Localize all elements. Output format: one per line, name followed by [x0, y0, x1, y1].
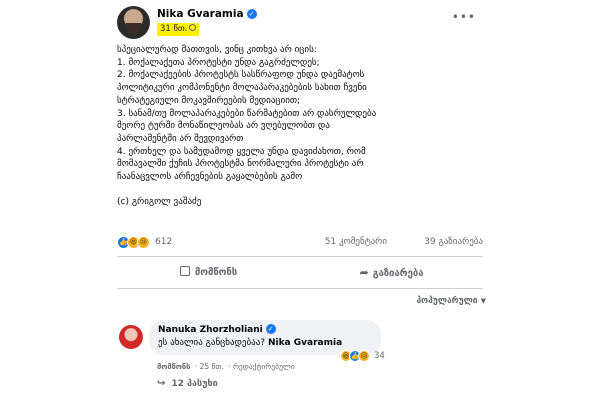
- comments-count[interactable]: 51 კომენტარი: [325, 237, 387, 247]
- post-stats: 👍 😆 😢 612 51 კომენტარი 39 გაზიარება: [117, 236, 483, 250]
- comment-time[interactable]: · 25 წთ.: [195, 362, 224, 371]
- verified-icon: ✓: [265, 324, 276, 334]
- post-line: მეორე ტურში მონაწილეობას არ ვღებულობთ და: [117, 121, 330, 132]
- shares-count[interactable]: 39 გაზიარება: [424, 237, 483, 247]
- more-options-icon[interactable]: •••: [452, 10, 476, 24]
- post-line: ჩაანაცვლოს არჩევნების გაყალბების გამო: [117, 172, 303, 183]
- divider: [117, 256, 483, 257]
- comment-text: ეს ახალია განცხადებაა?: [158, 338, 266, 348]
- comment-mention[interactable]: Nika Gvaramia: [268, 338, 342, 348]
- post-signature: (c) გრიგოლ ვაშაძე: [117, 197, 202, 208]
- chevron-down-icon: ▼: [480, 297, 486, 305]
- post-line: 4. ერთხელ და სამუდამოდ ყველა უნდა დავიძა…: [117, 146, 366, 157]
- post-line: პარლამენტში არ შევდივართ: [117, 133, 244, 144]
- post-line: სპეციალურად მათთვის, ვინც კითხვა არ იცის…: [117, 45, 317, 55]
- post-actions: მომწონს ➦ გაზიარება: [117, 262, 483, 284]
- comment-reactions[interactable]: 😆 👍 😢 34: [340, 350, 400, 364]
- author-name-row: Nika Gvaramia ✓: [157, 8, 257, 20]
- comment-meta: მომწონს · 25 წთ. · რედაქტირებული: [157, 362, 295, 371]
- post-line: 1. მოქალაქეთა პროტესტი უნდა გაგრძელდეს;: [117, 57, 320, 68]
- post-line: მომავალში ქუჩის პროტესტმა ნორმალური პროტ…: [117, 159, 364, 170]
- post-timestamp[interactable]: 31 წთ.: [157, 23, 200, 36]
- post-line: 3. სანამ/თუ მოლაპარაკებები წარმატებით არ…: [117, 108, 377, 119]
- post-line: სტრატეგიული მოკავშირეების მედიაციით;: [117, 95, 301, 106]
- comment-like-link[interactable]: მომწონს: [157, 362, 190, 371]
- post-line: პოლიტიკური კომპონენტი მოლაპარაკებების სა…: [117, 83, 367, 94]
- post-header: Nika Gvaramia ✓ 31 წთ. •••: [117, 6, 482, 40]
- comment-text-row: ეს ახალია განცხადებაა? Nika Gvaramia: [158, 338, 372, 348]
- comment-author-row: Nanuka Zhorzholiani ✓: [158, 324, 372, 335]
- comment-reactions-count: 34: [374, 351, 385, 361]
- share-button[interactable]: ➦ გაზიარება: [300, 262, 483, 284]
- like-button[interactable]: მომწონს: [117, 262, 300, 284]
- replies-label: 12 პასუხი: [171, 379, 218, 389]
- reply-arrow-icon: ↪: [157, 378, 166, 389]
- like-button-label: მომწონს: [194, 267, 238, 278]
- sad-reaction-icon: 😢: [358, 350, 370, 362]
- avatar-beard: [126, 23, 141, 35]
- reactions-count: 612: [155, 237, 173, 247]
- comment-sort-dropdown[interactable]: პოპულარული ▼: [416, 296, 486, 306]
- thumbs-up-icon: [179, 266, 190, 276]
- share-arrow-icon: ➦: [359, 266, 369, 279]
- author-avatar[interactable]: [117, 6, 150, 39]
- verified-icon: ✓: [246, 9, 257, 19]
- sad-reaction-icon: 😢: [137, 236, 150, 249]
- post-body: სპეციალურად მათთვის, ვინც კითხვა არ იცის…: [117, 44, 489, 209]
- sort-label: პოპულარული: [416, 296, 478, 306]
- author-name[interactable]: Nika Gvaramia: [157, 8, 244, 20]
- comment-author[interactable]: Nanuka Zhorzholiani: [158, 325, 263, 335]
- divider: [117, 288, 483, 289]
- commenter-avatar[interactable]: [119, 325, 143, 349]
- facebook-post: Nika Gvaramia ✓ 31 წთ. ••• სპეციალურად მა…: [105, 0, 494, 400]
- post-line: 2. მოქალაქეების პროტესტს სასწრაფოდ უნდა …: [117, 70, 365, 81]
- globe-icon: [189, 24, 197, 31]
- post-line: [117, 184, 489, 197]
- share-button-label: გაზიარება: [372, 268, 424, 279]
- view-replies-link[interactable]: ↪ 12 პასუხი: [157, 378, 218, 389]
- post-time-text: 31 წთ.: [160, 24, 188, 34]
- comment-edited-label: · რედაქტირებული: [228, 362, 295, 371]
